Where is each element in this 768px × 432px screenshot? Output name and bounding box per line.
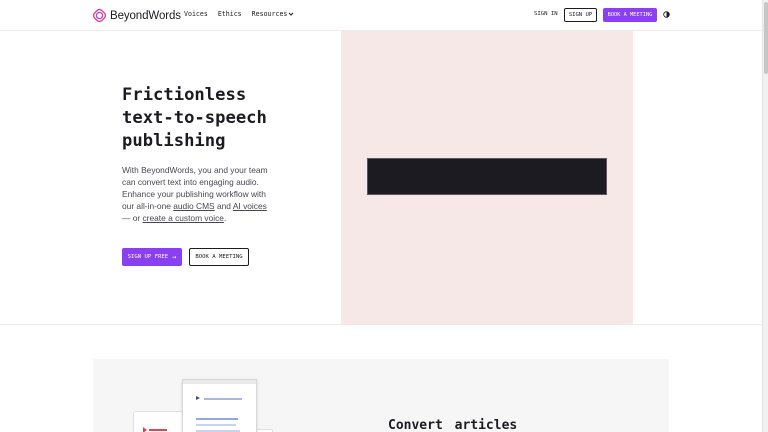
- section-divider: [0, 324, 762, 325]
- hero-visual-panel: [341, 31, 633, 324]
- arrow-right-icon: →: [172, 253, 177, 261]
- audio-player-placeholder[interactable]: [367, 158, 607, 195]
- hero-title-line: Frictionless: [122, 85, 247, 105]
- hero-body-text: our all-in-one: [122, 200, 174, 211]
- play-icon: [196, 396, 200, 400]
- hero-body-line: can convert text into engaging audio.: [122, 176, 259, 187]
- progress-bar: [149, 429, 167, 431]
- hero-body-text: and: [214, 200, 233, 211]
- phone-illustration: [133, 411, 183, 432]
- nav-resources[interactable]: Resources: [252, 10, 295, 18]
- feature-heading: Convert articles: [388, 418, 517, 432]
- text-line: [196, 424, 236, 426]
- nav-ethics[interactable]: Ethics: [218, 10, 242, 18]
- sign-up-button[interactable]: SIGN UP: [564, 8, 597, 22]
- hero-description: With BeyondWords, you and your team can …: [122, 165, 282, 225]
- custom-voice-link[interactable]: create a custom voice: [142, 213, 223, 223]
- scrollbar-thumb[interactable]: [764, 2, 768, 74]
- hero-body-line: With BeyondWords, you and your team: [122, 165, 268, 175]
- hero-title-line: publishing: [122, 131, 226, 151]
- chevron-down-icon: [289, 12, 294, 16]
- page-scrollbar[interactable]: [762, 0, 768, 432]
- brand-name: BeyondWords: [110, 9, 181, 22]
- sign-in-link[interactable]: SIGN IN: [534, 11, 558, 17]
- text-line: [196, 430, 240, 432]
- sign-up-free-label: SIGN UP FREE: [127, 254, 169, 260]
- article-player-illustration: [182, 379, 257, 432]
- progress-bar: [204, 398, 242, 400]
- audio-cms-link[interactable]: audio CMS: [173, 201, 214, 211]
- contrast-icon[interactable]: [663, 11, 670, 18]
- sign-up-free-button[interactable]: SIGN UP FREE →: [122, 248, 182, 266]
- feature-heading-word: Convert: [388, 418, 443, 432]
- feature-section: Convert articles: [93, 359, 669, 432]
- beyondwords-logo-icon: [92, 8, 107, 23]
- main-nav: Voices Ethics Resources: [184, 10, 304, 18]
- book-meeting-header-button[interactable]: BOOK A MEETING: [603, 8, 657, 22]
- nav-voices[interactable]: Voices: [184, 10, 208, 18]
- hero-body-line: — or create a custom voice.: [122, 213, 282, 225]
- site-header: BeyondWords Voices Ethics Resources SIGN…: [0, 0, 762, 31]
- hero-body-text: — or: [122, 212, 143, 223]
- text-line: [196, 418, 238, 420]
- hero-body-text: .: [223, 212, 227, 223]
- hero-body-line: Enhance your publishing workflow with: [122, 188, 266, 199]
- nav-resources-label: Resources: [251, 10, 288, 18]
- hero-title-line: text-to-speech: [122, 108, 267, 128]
- ai-voices-link[interactable]: AI voices: [233, 201, 267, 211]
- hero-title: Frictionless text-to-speech publishing: [122, 84, 322, 153]
- play-icon: [143, 427, 147, 432]
- book-meeting-hero-button[interactable]: BOOK A MEETING: [189, 248, 249, 266]
- feature-heading-word: articles: [454, 418, 518, 432]
- brand-logo[interactable]: BeyondWords: [92, 8, 181, 23]
- hero-body-line: our all-in-one audio CMS and AI voices: [122, 201, 282, 213]
- window-bar: [183, 380, 256, 384]
